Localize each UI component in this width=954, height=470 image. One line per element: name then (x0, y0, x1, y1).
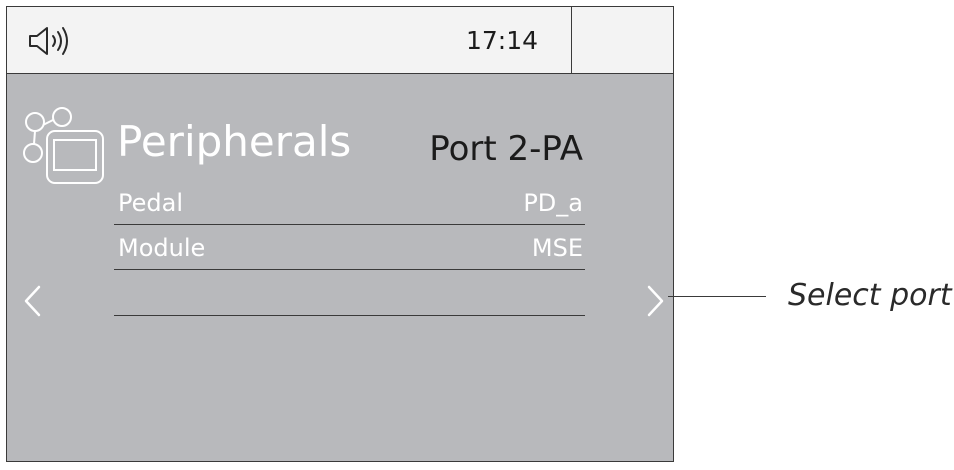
port-label: Port 2-PA (429, 129, 583, 169)
list-item-module[interactable]: Module MSE (114, 226, 585, 270)
callout-line (668, 296, 766, 297)
row-value: PD_a (523, 189, 583, 217)
speaker-icon[interactable] (27, 25, 73, 57)
callout-label: Select port (788, 278, 952, 313)
manual-figure: 17:14 Peripherals Port 2-PA Pedal PD_a M… (0, 0, 954, 470)
device-screen: 17:14 Peripherals Port 2-PA Pedal PD_a M… (6, 6, 674, 462)
page-title: Peripherals (117, 117, 352, 166)
clock: 17:14 (465, 26, 539, 55)
row-value: MSE (531, 234, 583, 262)
row-label: Module (118, 234, 206, 262)
list-item-empty[interactable] (114, 272, 585, 316)
status-bar: 17:14 (7, 7, 673, 74)
peripherals-icon (23, 107, 104, 184)
row-label: Pedal (118, 189, 183, 217)
status-divider (571, 7, 572, 74)
list-item-pedal[interactable]: Pedal PD_a (114, 181, 585, 225)
chevron-right-icon[interactable] (645, 284, 667, 318)
chevron-left-icon[interactable] (21, 284, 43, 318)
